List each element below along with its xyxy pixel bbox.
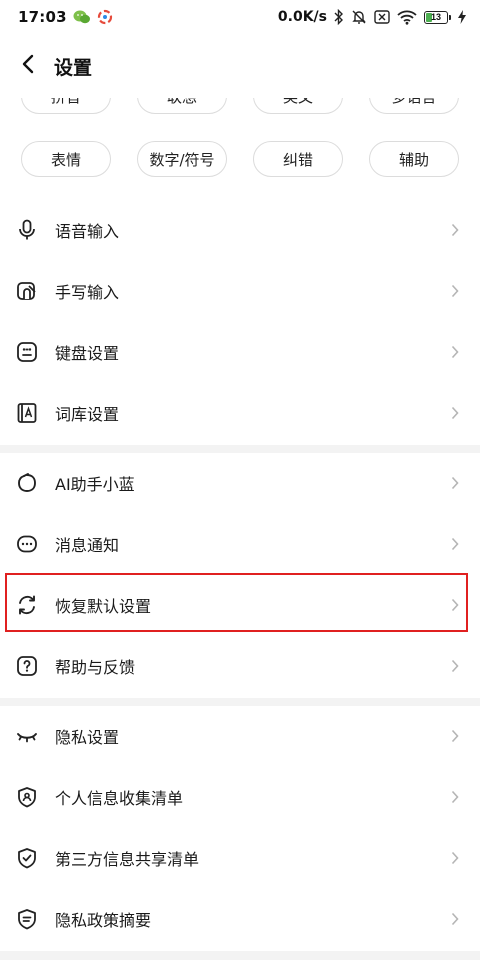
header: 设置 (0, 38, 480, 94)
handwriting-icon (16, 280, 38, 302)
menu-item-restore-defaults[interactable]: 恢复默认设置 (0, 575, 480, 635)
chip-association[interactable]: 联想 (137, 98, 227, 114)
menu-item-third-party-list[interactable]: 第三方信息共享清单 (0, 828, 480, 888)
back-arrow-icon (21, 54, 35, 78)
menu-item-keyboard-settings[interactable]: 键盘设置 (0, 322, 480, 382)
menu-label: 隐私设置 (55, 728, 120, 747)
wechat-notification-icon (73, 9, 91, 25)
menu-label: 语音输入 (55, 222, 120, 241)
microphone-icon (16, 219, 38, 241)
battery-indicator: 13 (424, 10, 451, 24)
back-button[interactable] (2, 38, 54, 94)
section-divider (0, 951, 480, 960)
chip-row-top: 拼音 联想 英文 多语言 (0, 98, 480, 116)
chevron-right-icon (450, 406, 460, 420)
shield-check-icon (16, 847, 38, 869)
app-notification-icon (97, 9, 113, 25)
menu-label: 手写输入 (55, 283, 120, 302)
menu-label: 键盘设置 (55, 344, 120, 363)
chip-emoji[interactable]: 表情 (21, 141, 111, 177)
menu-item-ai-assistant[interactable]: AI助手小蓝 (0, 453, 480, 513)
bluetooth-icon (334, 9, 344, 25)
chevron-right-icon (450, 851, 460, 865)
status-time: 17:03 (18, 8, 67, 26)
refresh-icon (16, 594, 38, 616)
menu-item-help-feedback[interactable]: 帮助与反馈 (0, 636, 480, 696)
menu-label: 隐私政策摘要 (55, 911, 152, 930)
chevron-right-icon (450, 790, 460, 804)
chevron-right-icon (450, 598, 460, 612)
menu-item-notifications[interactable]: 消息通知 (0, 514, 480, 574)
wifi-icon (397, 10, 417, 25)
battery-level: 13 (430, 12, 441, 22)
category-chips: 拼音 联想 英文 多语言 表情 数字/符号 纠错 辅助 (0, 98, 480, 184)
chip-row-second: 表情 数字/符号 纠错 辅助 (0, 141, 480, 179)
chevron-right-icon (450, 345, 460, 359)
section-divider (0, 445, 480, 453)
lexicon-book-icon (16, 402, 38, 424)
menu-item-handwriting-input[interactable]: 手写输入 (0, 261, 480, 321)
chip-pinyin[interactable]: 拼音 (21, 98, 111, 114)
page-title: 设置 (54, 56, 93, 79)
chevron-right-icon (450, 912, 460, 926)
chevron-right-icon (450, 476, 460, 490)
keyboard-icon (16, 341, 38, 363)
menu-item-voice-input[interactable]: 语音输入 (0, 200, 480, 260)
chip-numbers-symbols[interactable]: 数字/符号 (137, 141, 227, 177)
ai-assistant-icon (16, 472, 38, 494)
menu-item-lexicon-settings[interactable]: 词库设置 (0, 383, 480, 443)
menu-label: 个人信息收集清单 (55, 789, 184, 808)
menu-label: 恢复默认设置 (55, 597, 152, 616)
chip-english[interactable]: 英文 (253, 98, 343, 114)
menu-item-privacy-settings[interactable]: 隐私设置 (0, 706, 480, 766)
menu-label: 词库设置 (55, 405, 120, 424)
chevron-right-icon (450, 537, 460, 551)
mute-bell-icon (351, 9, 367, 25)
chevron-right-icon (450, 284, 460, 298)
closed-eye-icon (16, 725, 38, 747)
chip-multilingual[interactable]: 多语言 (369, 98, 459, 114)
menu-label: 消息通知 (55, 536, 120, 555)
menu-label: 帮助与反馈 (55, 658, 136, 677)
status-bar: 17:03 0.0K/s 13 (0, 0, 480, 34)
no-sim-icon (374, 10, 390, 24)
chevron-right-icon (450, 729, 460, 743)
chevron-right-icon (450, 659, 460, 673)
charging-icon (458, 10, 466, 24)
menu-item-personal-info-list[interactable]: 个人信息收集清单 (0, 767, 480, 827)
menu-item-privacy-policy-summary[interactable]: 隐私政策摘要 (0, 889, 480, 949)
policy-document-icon (16, 908, 38, 930)
chevron-right-icon (450, 223, 460, 237)
network-speed: 0.0K/s (277, 9, 327, 25)
chip-correction[interactable]: 纠错 (253, 141, 343, 177)
help-icon (16, 655, 38, 677)
message-bubble-icon (16, 533, 38, 555)
chip-assist[interactable]: 辅助 (369, 141, 459, 177)
menu-label: 第三方信息共享清单 (55, 850, 200, 869)
menu-label: AI助手小蓝 (55, 475, 135, 494)
section-divider (0, 698, 480, 706)
shield-user-icon (16, 786, 38, 808)
